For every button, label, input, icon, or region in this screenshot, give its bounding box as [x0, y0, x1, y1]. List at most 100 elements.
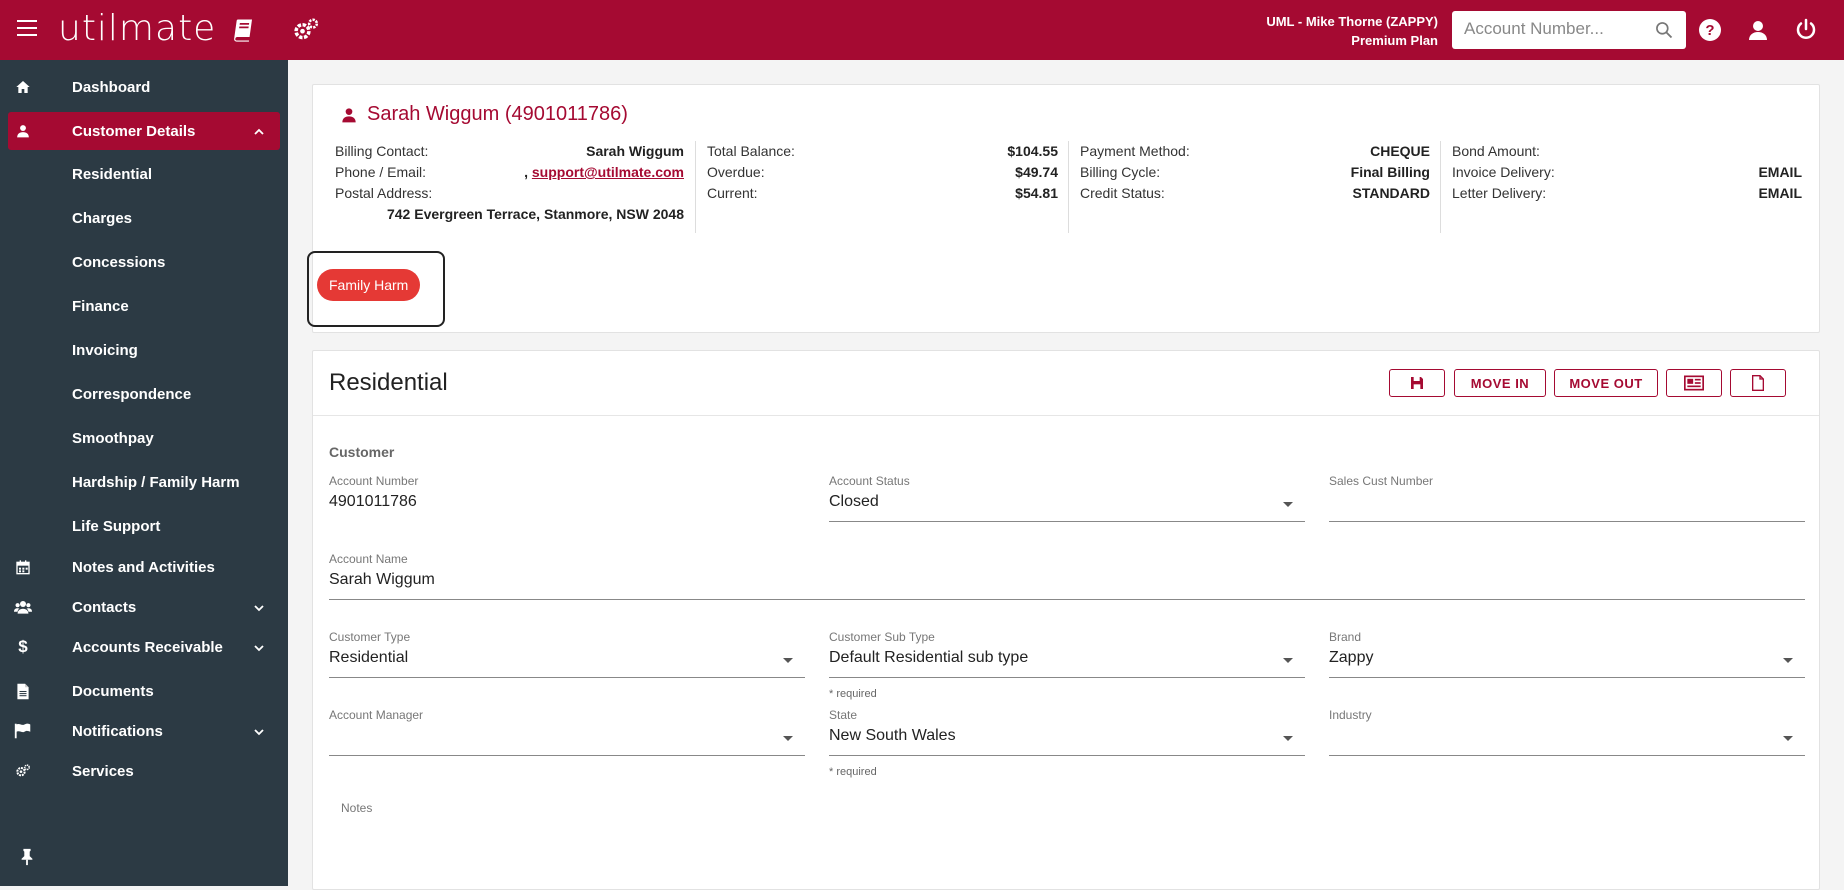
book-icon[interactable]: [228, 16, 256, 44]
letter-delivery-label: Letter Delivery:: [1452, 185, 1547, 201]
logo[interactable]: utilmate: [58, 8, 216, 49]
overdue-label: Overdue:: [707, 164, 765, 180]
document-icon: [14, 682, 32, 700]
user-icon[interactable]: [1746, 18, 1770, 42]
industry-select[interactable]: Industry: [1329, 708, 1805, 756]
move-out-button[interactable]: MOVE OUT: [1554, 369, 1658, 397]
account-manager-select[interactable]: Account Manager: [329, 708, 805, 756]
dollar-icon: $: [18, 637, 28, 656]
letter-delivery-value: EMAIL: [1758, 185, 1802, 201]
menu-icon[interactable]: [17, 20, 37, 38]
state-select[interactable]: State New South Wales * required: [829, 708, 1305, 778]
customer-name: Sarah Wiggum (4901011786): [367, 103, 628, 125]
customer-type-select[interactable]: Customer Type Residential: [329, 630, 805, 678]
customer-summary-card: Sarah Wiggum (4901011786) Billing Contac…: [307, 84, 1820, 333]
top-bar: utilmate UML - Mike Thorne (ZAPPY) Premi…: [0, 0, 1844, 60]
file-icon: [1752, 375, 1764, 391]
brand-value: Zappy: [1329, 649, 1374, 666]
account-number-value: 4901011786: [329, 493, 417, 510]
customer-sub-type-select[interactable]: Customer Sub Type Default Residential su…: [829, 630, 1305, 700]
delivery-info: Bond Amount: Invoice Delivery: EMAIL Lett…: [1452, 141, 1802, 204]
sidebar-subitem-concessions[interactable]: Concessions: [72, 254, 165, 271]
sidebar-subitem-life-support[interactable]: Life Support: [72, 518, 160, 535]
sidebar-subitem-finance[interactable]: Finance: [72, 298, 129, 315]
field-label: Brand: [1329, 630, 1362, 644]
billing-cycle-label: Billing Cycle:: [1080, 164, 1161, 180]
sidebar-subitem-residential[interactable]: Residential: [72, 166, 152, 183]
sidebar-subitem-correspondence[interactable]: Correspondence: [72, 386, 191, 403]
sidebar-subitem-hardship[interactable]: Hardship / Family Harm: [72, 474, 240, 491]
balance-info: Total Balance: $104.55 Overdue: $49.74 Cur…: [707, 141, 1058, 204]
divider: [695, 141, 696, 233]
field-label: State: [829, 708, 858, 722]
divider: [1440, 141, 1441, 233]
sidebar-item-customer-details[interactable]: Customer Details: [8, 112, 280, 150]
customer-type-value: Residential: [329, 649, 409, 666]
field-label: Industry: [1329, 708, 1372, 722]
residential-card: Residential MOVE IN MOVE OUT Customer Ac…: [312, 350, 1820, 890]
customer-title: Sarah Wiggum (4901011786): [341, 103, 628, 126]
account-name-value: Sarah Wiggum: [329, 571, 435, 588]
customer-sub-type-value: Default Residential sub type: [829, 649, 1029, 666]
account-status-value: Closed: [829, 493, 879, 510]
pin-icon[interactable]: [20, 848, 34, 871]
chevron-down-icon: [254, 639, 264, 656]
contact-info: Billing Contact: Sarah Wiggum Phone / Ema…: [335, 141, 684, 225]
chevron-down-icon: [254, 723, 264, 740]
field-label: Account Status: [829, 474, 910, 488]
card-view-button[interactable]: [1666, 369, 1722, 397]
notes-label: Notes: [341, 801, 373, 815]
chevron-up-icon: [254, 123, 264, 140]
brand-select[interactable]: Brand Zappy: [1329, 630, 1805, 678]
sidebar-item-notes-activities[interactable]: Notes and Activities: [0, 548, 288, 586]
sidebar-item-dashboard[interactable]: Dashboard: [0, 68, 288, 106]
sidebar-item-label: Services: [72, 762, 134, 780]
help-icon[interactable]: ?: [1698, 18, 1722, 42]
field-label: Account Name: [329, 552, 408, 566]
field-label: Account Number: [329, 474, 419, 488]
sidebar-item-label: Customer Details: [72, 122, 196, 140]
required-hint: * required: [829, 688, 877, 700]
sidebar-subitem-invoicing[interactable]: Invoicing: [72, 342, 138, 359]
user-name: UML - Mike Thorne (ZAPPY): [1266, 14, 1438, 29]
sidebar-item-contacts[interactable]: Contacts: [0, 588, 288, 626]
user-icon: [342, 107, 356, 122]
sidebar-item-accounts-receivable[interactable]: $ Accounts Receivable: [0, 628, 288, 666]
save-icon: [1411, 377, 1423, 389]
dropdown-arrow-icon: [1283, 502, 1293, 507]
state-value: New South Wales: [829, 727, 956, 744]
dropdown-arrow-icon: [1283, 736, 1293, 741]
dropdown-arrow-icon: [783, 736, 793, 741]
bond-label: Bond Amount:: [1452, 143, 1540, 159]
gears-icon[interactable]: [292, 16, 320, 44]
account-status-select[interactable]: Account Status Closed: [829, 474, 1305, 522]
sidebar-subitem-smoothpay[interactable]: Smoothpay: [72, 430, 154, 447]
phone-email-label: Phone / Email:: [335, 164, 427, 180]
sidebar-subitem-charges[interactable]: Charges: [72, 210, 132, 227]
home-icon: [14, 78, 32, 96]
user-info: UML - Mike Thorne (ZAPPY) Premium Plan: [1266, 12, 1438, 50]
sales-cust-number-field[interactable]: Sales Cust Number: [1329, 474, 1805, 522]
move-in-button[interactable]: MOVE IN: [1454, 369, 1546, 397]
field-label: Account Manager: [329, 708, 424, 722]
account-search-input[interactable]: [1452, 11, 1642, 47]
sales-cust-value: [1329, 493, 1805, 513]
sidebar-item-services[interactable]: Services: [0, 752, 288, 790]
credit-status-value: STANDARD: [1352, 185, 1430, 201]
user-icon: [14, 122, 32, 140]
svg-text:?: ?: [1705, 22, 1714, 39]
search-icon[interactable]: [1654, 20, 1674, 40]
family-harm-badge[interactable]: Family Harm: [317, 269, 421, 301]
credit-status-label: Credit Status:: [1080, 185, 1165, 201]
document-button[interactable]: [1730, 369, 1786, 397]
sidebar-item-documents[interactable]: Documents: [0, 672, 288, 710]
current-value: $54.81: [1015, 185, 1058, 201]
save-button[interactable]: [1389, 369, 1445, 397]
email-link[interactable]: support@utilmate.com: [532, 164, 684, 180]
account-name-field[interactable]: Account Name Sarah Wiggum: [329, 552, 1805, 600]
sidebar-item-label: Documents: [72, 682, 154, 700]
total-balance-value: $104.55: [1007, 143, 1058, 159]
page-title: Residential: [329, 369, 448, 396]
power-icon[interactable]: [1794, 18, 1818, 42]
sidebar-item-notifications[interactable]: Notifications: [0, 712, 288, 750]
